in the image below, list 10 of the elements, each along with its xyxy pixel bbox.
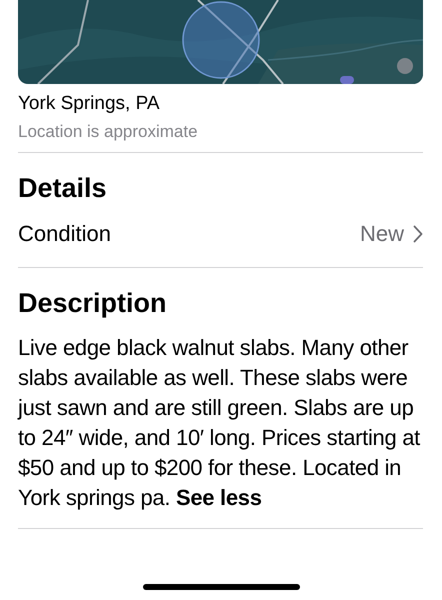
see-less-link[interactable]: See less [176, 485, 262, 510]
location-title: York Springs, PA [18, 92, 161, 116]
detail-value: New [360, 221, 404, 247]
detail-label: Condition [18, 221, 111, 247]
detail-row[interactable]: Condition New [18, 216, 423, 252]
chevron-icon [413, 225, 423, 243]
description-text: Live edge black walnut slabs. Many other slabs available as well. These slabs were just sawn and are still green. Slabs are up to 24″ wide, and 10′ long. Prices starting at $50 and up to $200 for these. Located in York springs pa. See less [18, 334, 422, 512]
location-note: Location is approximate [18, 121, 199, 143]
section-heading: Description [18, 287, 168, 319]
section-heading: Details [18, 172, 108, 204]
